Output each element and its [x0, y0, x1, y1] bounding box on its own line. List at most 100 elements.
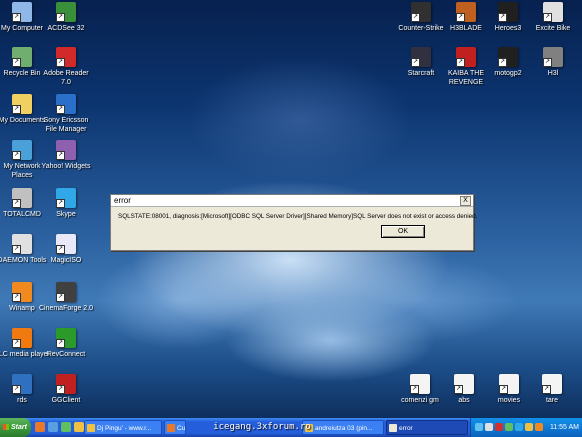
shortcut-arrow-icon: ↗ — [543, 58, 552, 67]
shortcut-arrow-icon: ↗ — [410, 385, 419, 394]
excite-bike-icon: ↗ — [543, 2, 563, 22]
winamp-icon: ↗ — [12, 282, 32, 302]
shortcut-arrow-icon: ↗ — [12, 293, 21, 302]
taskbar: Start Dj Pingu' - www.r... Cu andreiutza 0… — [0, 418, 582, 437]
shortcut-arrow-icon: ↗ — [411, 13, 420, 22]
desktop-icon-ggclient[interactable]: ↗ GGClient — [38, 374, 94, 405]
my-documents-icon: ↗ — [12, 94, 32, 114]
desktop-icon-label: Adobe Reader 7.0 — [43, 70, 89, 86]
abs-icon: ↗ — [454, 374, 474, 394]
taskbar-button-label: error — [399, 425, 413, 432]
comenzi-gm-icon: ↗ — [410, 374, 430, 394]
shortcut-arrow-icon: ↗ — [56, 105, 65, 114]
shortcut-arrow-icon: ↗ — [56, 245, 65, 254]
motogp2-icon: ↗ — [498, 47, 518, 67]
desktop-icon-tare[interactable]: ↗ tare — [524, 374, 580, 405]
shortcut-arrow-icon: ↗ — [12, 105, 21, 114]
desktop-icon-sony-ericsson-file-manager[interactable]: ↗ Sony Ericsson File Manager — [38, 94, 94, 134]
shortcut-arrow-icon: ↗ — [12, 385, 21, 394]
adobe-reader-7-0-icon: ↗ — [56, 47, 76, 67]
taskbar-button-label: Dj Pingu' - www.r... — [97, 425, 152, 432]
daemon-tools-icon: ↗ — [12, 234, 32, 254]
yahoo-widgets-icon: ↗ — [56, 140, 76, 160]
desktop-icon-label: Sony Ericsson File Manager — [43, 117, 89, 133]
desktop-icon-label: Excite Bike — [535, 25, 571, 32]
antivirus-icon[interactable] — [495, 423, 503, 431]
shortcut-arrow-icon: ↗ — [542, 385, 551, 394]
taskbar-button-dj-pingu-www-r[interactable]: Dj Pingu' - www.r... — [84, 420, 162, 435]
shortcut-arrow-icon: ↗ — [498, 13, 507, 22]
shortcut-arrow-icon: ↗ — [12, 58, 21, 67]
shortcut-arrow-icon: ↗ — [56, 385, 65, 394]
system-tray: 11:55 AM — [470, 418, 582, 437]
desktop-icon-adobe-reader-7-0[interactable]: ↗ Adobe Reader 7.0 — [38, 47, 94, 87]
desktop-icon[interactable] — [48, 422, 58, 432]
error-message: SQLSTATE:08001, diagnosis:[Microsoft][OD… — [118, 213, 478, 220]
dialog-titlebar[interactable]: error X — [111, 195, 473, 207]
error-dialog: error X SQLSTATE:08001, diagnosis:[Micro… — [110, 194, 478, 251]
desktop-icon-excite-bike[interactable]: ↗ Excite Bike — [525, 2, 581, 33]
rds-icon: ↗ — [12, 374, 32, 394]
shortcut-arrow-icon: ↗ — [56, 13, 65, 22]
desktop-icon-yahoo-widgets[interactable]: ↗ Yahoo! Widgets — [38, 140, 94, 171]
shortcut-arrow-icon: ↗ — [456, 13, 465, 22]
sony-ericsson-file-manager-icon: ↗ — [56, 94, 76, 114]
magiciso-icon: ↗ — [56, 234, 76, 254]
movies-icon: ↗ — [499, 374, 519, 394]
skype-icon: ↗ — [56, 188, 76, 208]
vlc-media-player-icon: ↗ — [12, 328, 32, 348]
shortcut-arrow-icon: ↗ — [12, 199, 21, 208]
desktop-icon-magiciso[interactable]: ↗ MagicISO — [38, 234, 94, 265]
totalcmd-icon: ↗ — [12, 188, 32, 208]
start-button[interactable]: Start — [0, 418, 31, 437]
counter-strike-icon: ↗ — [411, 2, 431, 22]
messenger-tray-icon[interactable] — [505, 423, 513, 431]
clock[interactable]: 11:55 AM — [550, 418, 579, 437]
desktop-icon-label: Yahoo! Widgets — [41, 163, 91, 170]
shortcut-arrow-icon: ↗ — [56, 58, 65, 67]
desktop-icon-revconnect[interactable]: ↗ RevConnect — [38, 328, 94, 359]
ggclient-icon: ↗ — [56, 374, 76, 394]
desktop-icon-h3l[interactable]: ↗ H3l — [525, 47, 581, 78]
shortcut-arrow-icon: ↗ — [543, 13, 552, 22]
firefox-icon[interactable] — [35, 422, 45, 432]
h3l-icon: ↗ — [543, 47, 563, 67]
shortcut-arrow-icon: ↗ — [56, 199, 65, 208]
shortcut-arrow-icon: ↗ — [12, 151, 21, 160]
start-label: Start — [11, 424, 27, 431]
desktop-icon-label: CinemaForge 2.0 — [38, 305, 94, 312]
acdsee-32-icon: ↗ — [56, 2, 76, 22]
shortcut-arrow-icon: ↗ — [498, 58, 507, 67]
desktop-icon-label: Skype — [56, 211, 76, 218]
taskbar-button-error[interactable]: error — [386, 420, 468, 435]
recycle-bin-icon: ↗ — [12, 47, 32, 67]
network-icon[interactable] — [475, 423, 483, 431]
close-button[interactable]: X — [460, 196, 471, 206]
shortcut-arrow-icon: ↗ — [499, 385, 508, 394]
desktop-icon-label: tare — [545, 397, 559, 404]
shield-tray-icon[interactable] — [525, 423, 533, 431]
desktop-icon-skype[interactable]: ↗ Skype — [38, 188, 94, 219]
messenger-icon[interactable] — [61, 422, 71, 432]
starcraft-icon: ↗ — [411, 47, 431, 67]
revconnect-icon: ↗ — [56, 328, 76, 348]
taskbar-app-icon — [87, 424, 95, 432]
desktop-icon-label: RevConnect — [46, 351, 86, 358]
taskbar-app-icon — [389, 424, 397, 432]
shortcut-arrow-icon: ↗ — [12, 245, 21, 254]
update-tray-icon[interactable] — [535, 423, 543, 431]
skype-tray-icon[interactable] — [515, 423, 523, 431]
desktop-icon-acdsee-32[interactable]: ↗ ACDSee 32 — [38, 2, 94, 33]
desktop-icon-cinemaforge-2-0[interactable]: ↗ CinemaForge 2.0 — [38, 282, 94, 313]
desktop-icon-label: GGClient — [51, 397, 81, 404]
h3blade-icon: ↗ — [456, 2, 476, 22]
my-network-places-icon: ↗ — [12, 140, 32, 160]
media-icon[interactable] — [74, 422, 84, 432]
shortcut-arrow-icon: ↗ — [56, 151, 65, 160]
shortcut-arrow-icon: ↗ — [456, 58, 465, 67]
ok-button[interactable]: OK — [381, 225, 425, 238]
desktop-icon-label: H3l — [547, 70, 559, 77]
watermark-text: icegang.3xforum.ro — [213, 422, 311, 432]
tare-icon: ↗ — [542, 374, 562, 394]
volume-icon[interactable] — [485, 423, 493, 431]
